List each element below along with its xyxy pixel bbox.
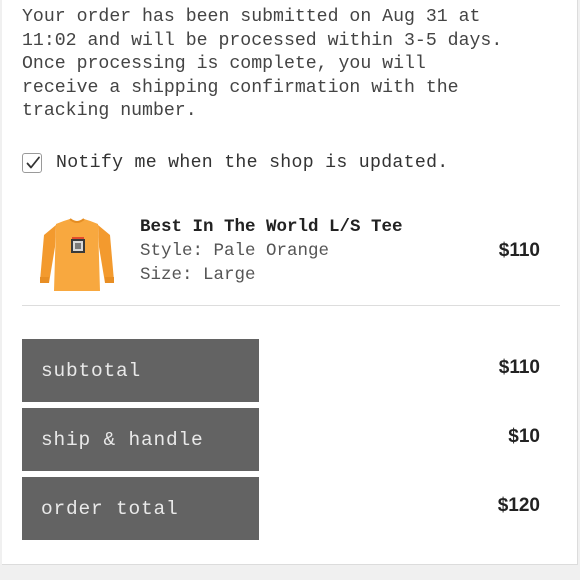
subtotal-label: subtotal (22, 339, 259, 402)
subtotal-value: $110 (498, 357, 540, 378)
order-total-value: $120 (497, 495, 540, 516)
notify-option[interactable]: Notify me when the shop is updated. (22, 150, 449, 176)
product-image[interactable] (38, 213, 116, 293)
product-size: Size: Large (140, 265, 256, 285)
shipping-value: $10 (508, 426, 540, 447)
subtotal-row: subtotal $110 (22, 339, 560, 402)
notify-checkbox[interactable] (22, 153, 42, 173)
shipping-label: ship & handle (22, 408, 259, 471)
orange-longsleeve-tee-image (40, 218, 114, 291)
order-total-label: order total (22, 477, 259, 540)
order-confirmation-card: Your order has been submitted on Aug 31 … (2, 0, 578, 565)
product-style: Style: Pale Orange (140, 241, 330, 261)
order-confirmation-message: Your order has been submitted on Aug 31 … (22, 7, 503, 121)
shipping-row: ship & handle $10 (22, 408, 560, 471)
order-total-row: order total $120 (22, 477, 560, 540)
notify-label: Notify me when the shop is updated. (56, 153, 449, 173)
order-item: Best In The World L/S Tee Style: Pale Or… (32, 207, 560, 297)
product-price: $110 (498, 240, 540, 261)
checkmark-icon (26, 156, 40, 169)
divider (22, 305, 560, 306)
product-name: Best In The World L/S Tee (140, 217, 403, 237)
